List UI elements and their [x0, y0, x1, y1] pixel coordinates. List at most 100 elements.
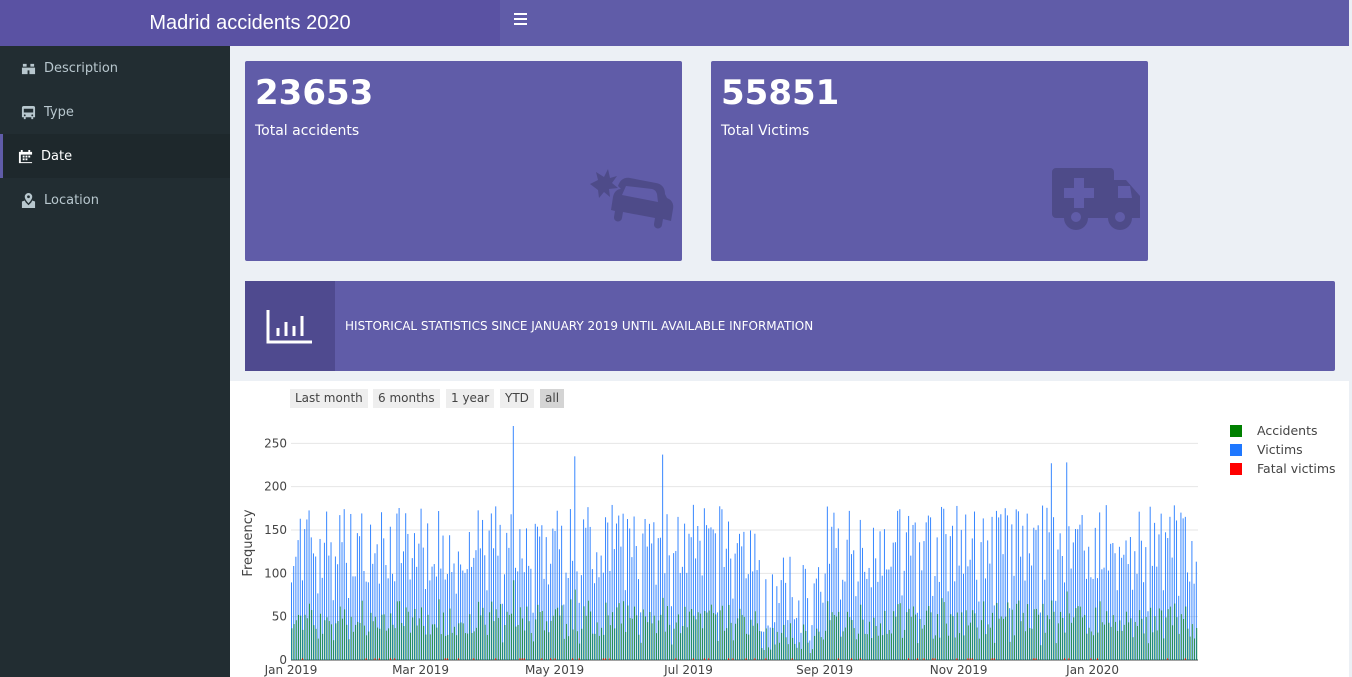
bar-fatal	[378, 658, 380, 660]
bar-accidents	[550, 620, 552, 660]
bar-accidents	[1064, 632, 1066, 660]
bar-accidents	[1038, 614, 1040, 660]
bar-accidents	[456, 635, 458, 660]
bar-accidents	[1147, 643, 1149, 660]
x-tick-label: May 2019	[525, 663, 584, 677]
bar-accidents	[513, 580, 515, 660]
bar-accidents	[363, 625, 365, 660]
bar-accidents	[625, 631, 627, 660]
bar-accidents	[910, 616, 912, 660]
bar-accidents	[627, 605, 629, 660]
total-accidents-label: Total accidents	[255, 123, 360, 139]
bar-accidents	[1163, 638, 1165, 660]
bar-accidents	[932, 638, 934, 660]
bar-accidents	[370, 612, 372, 660]
bar-accidents	[763, 650, 765, 660]
bar-accidents	[1024, 631, 1026, 660]
bar-fatal	[473, 658, 475, 660]
bar-accidents	[326, 617, 328, 660]
timeseries-chart[interactable]: 050100150200250FrequencyJan 2019 Mar 2019…	[230, 381, 1230, 677]
bar-fatal	[554, 658, 556, 660]
bar-accidents	[682, 625, 684, 660]
bar-accidents	[833, 614, 835, 660]
bar-accidents	[1176, 617, 1178, 660]
bar-accidents	[765, 628, 767, 660]
bar-accidents	[827, 601, 829, 660]
bar-accidents	[1108, 622, 1110, 660]
bar-accidents	[680, 633, 682, 660]
bar-accidents	[438, 599, 440, 660]
legend-item-accidents[interactable]: Accidents	[1230, 421, 1336, 440]
bar-accidents	[774, 644, 776, 660]
bar-accidents	[710, 604, 712, 660]
legend-item-fatal-victims[interactable]: Fatal victims	[1230, 459, 1336, 478]
bar-fatal	[1033, 658, 1035, 660]
bar-accidents	[535, 619, 537, 660]
bar-accidents	[1121, 630, 1123, 660]
bus-icon	[21, 105, 36, 119]
bar-fatal	[389, 658, 391, 660]
bar-fatal	[837, 658, 839, 660]
bar-accidents	[860, 604, 862, 660]
timeseries-chart-panel: Last month 6 months 1 year YTD all 0 50 10…	[230, 381, 1349, 677]
bar-accidents	[873, 617, 875, 660]
bar-accidents	[348, 639, 350, 660]
sidebar-item-label: Date	[41, 148, 73, 164]
bar-accidents	[1066, 591, 1068, 660]
bar-accidents	[904, 629, 906, 660]
sidebar-item-type[interactable]: Type	[0, 90, 230, 134]
bar-accidents	[917, 643, 919, 660]
calendar-icon	[18, 149, 33, 163]
bar-accidents	[897, 604, 899, 660]
bar-accidents	[335, 623, 337, 660]
bar-accidents	[482, 607, 484, 660]
bar-fatal	[1064, 658, 1065, 660]
bar-fatal	[578, 658, 580, 660]
bar-accidents	[620, 623, 622, 660]
bar-accidents	[399, 601, 401, 660]
bar-accidents	[480, 615, 482, 660]
bar-accidents	[746, 633, 748, 660]
bar-accidents	[930, 612, 932, 660]
bar-fatal	[765, 658, 767, 660]
bar-accidents	[800, 648, 802, 660]
bar-accidents	[576, 631, 578, 660]
bar-fatal	[754, 658, 756, 660]
bar-accidents	[447, 634, 449, 660]
bar-accidents	[981, 620, 983, 660]
bar-accidents	[517, 624, 519, 660]
bar-accidents	[895, 616, 897, 660]
bar-accidents	[359, 622, 361, 660]
bar-accidents	[919, 618, 921, 660]
bar-accidents	[418, 618, 420, 660]
bar-accidents	[785, 637, 787, 660]
bar-accidents	[478, 601, 480, 660]
bar-fatal	[967, 658, 969, 660]
bar-accidents	[1051, 600, 1053, 660]
header: Madrid accidents 2020	[0, 0, 1349, 46]
bar-accidents	[1128, 622, 1130, 660]
bar-accidents	[1009, 641, 1011, 660]
bar-accidents	[915, 614, 917, 660]
sidebar-toggle-icon[interactable]	[514, 13, 528, 27]
bar-accidents	[552, 615, 554, 660]
legend-item-victims[interactable]: Victims	[1230, 440, 1336, 459]
bar-accidents	[543, 630, 545, 660]
bar-accidents	[1139, 610, 1141, 660]
bar-accidents	[890, 633, 892, 660]
bar-accidents	[983, 601, 985, 660]
bar-accidents	[337, 621, 339, 660]
bar-accidents	[901, 637, 903, 660]
sidebar-item-date[interactable]: Date	[0, 134, 230, 178]
bar-fatal	[692, 658, 694, 660]
bar-accidents	[442, 612, 444, 660]
bar-accidents	[923, 625, 925, 660]
bar-accidents	[403, 626, 405, 660]
bar-accidents	[906, 612, 908, 660]
bar-fatal	[1090, 658, 1092, 660]
bar-accidents	[726, 628, 728, 660]
sidebar-item-description[interactable]: Description	[0, 46, 230, 90]
bar-accidents	[1110, 626, 1112, 660]
bar-accidents	[609, 625, 611, 660]
sidebar-item-location[interactable]: Location	[0, 178, 230, 222]
